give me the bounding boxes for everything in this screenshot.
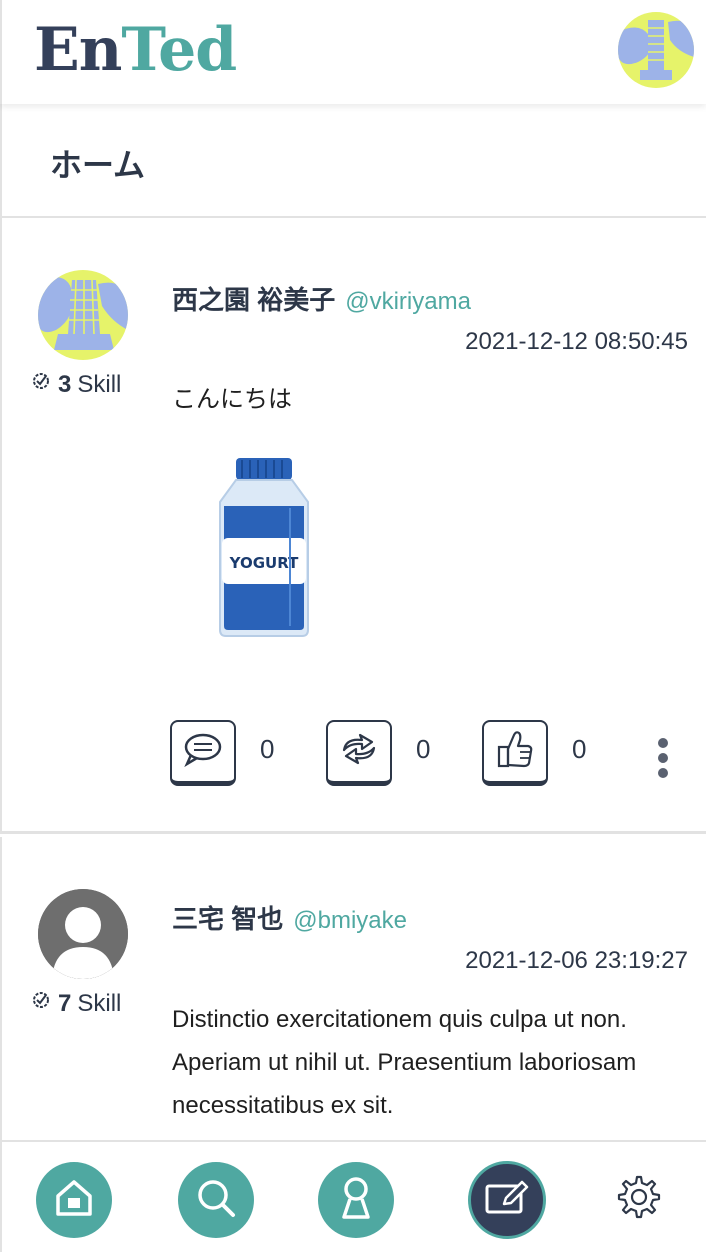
nav-search-button[interactable] (178, 1162, 254, 1238)
settings-icon (617, 1175, 661, 1224)
speech-bubble-icon (183, 731, 223, 772)
post-author-avatar[interactable] (38, 270, 128, 360)
repost-arrows-icon (338, 732, 380, 771)
home-icon (52, 1176, 96, 1225)
skill-gear-check-icon (30, 989, 52, 1018)
search-icon (193, 1175, 239, 1226)
skill-badge: 3 Skill (30, 370, 121, 399)
nav-compose-button[interactable] (468, 1161, 546, 1239)
post-content: Distinctio exercitationem quis culpa ut … (172, 1006, 637, 1119)
post-author-avatar[interactable] (38, 889, 128, 979)
post-timestamp: 2021-12-12 08:50:45 (465, 328, 688, 355)
post-card: 3 Skill 西之園 裕美子 @vkiriyama 2021-12-12 08… (0, 218, 706, 834)
default-user-icon (38, 889, 128, 979)
skill-label: Skill (77, 989, 122, 1017)
repost-button[interactable] (326, 720, 392, 786)
comment-button[interactable] (170, 720, 236, 786)
app-header: EnTed (0, 0, 706, 104)
yogurt-label-text: YOGURT (229, 554, 299, 572)
skill-badge: 7 Skill (30, 989, 121, 1018)
post-author-handle[interactable]: @vkiriyama (345, 288, 471, 316)
skill-gear-check-icon (30, 370, 52, 399)
logo-part-en: En (34, 15, 122, 85)
profile-icon (336, 1175, 376, 1226)
post-author-name[interactable]: 西之園 裕美子 (172, 280, 335, 317)
post-timestamp: 2021-12-06 23:19:27 (465, 947, 688, 974)
thumbs-up-icon (496, 729, 534, 774)
skill-count: 7 (58, 989, 72, 1017)
page-title: ホーム (50, 147, 146, 183)
post-author-line: 西之園 裕美子 @vkiriyama (172, 280, 471, 317)
post-author-line: 三宅 智也 @bmiyake (172, 899, 407, 936)
bottom-navigation (0, 1140, 706, 1252)
like-count: 0 (572, 734, 587, 764)
repost-count: 0 (416, 734, 431, 764)
logo-part-ted: Ted (121, 15, 237, 85)
skill-count: 3 (58, 370, 72, 398)
post-actions: 0 0 0 (170, 720, 700, 790)
nav-settings-button[interactable] (616, 1175, 662, 1224)
skill-label: Skill (77, 370, 122, 398)
post-content: こんにちは (172, 386, 292, 413)
like-button[interactable] (482, 720, 548, 786)
more-options-icon[interactable] (656, 738, 670, 778)
user-avatar-button[interactable] (618, 12, 694, 88)
post-author-name[interactable]: 三宅 智也 (172, 899, 283, 936)
comment-count: 0 (260, 734, 275, 764)
compose-icon (484, 1178, 530, 1223)
post-card: 7 Skill 三宅 智也 @bmiyake 2021-12-06 23:19:… (0, 837, 706, 1140)
post-author-handle[interactable]: @bmiyake (293, 907, 407, 935)
nav-profile-button[interactable] (318, 1162, 394, 1238)
post-image-yogurt[interactable]: YOGURT (214, 454, 318, 640)
app-logo[interactable]: EnTed (34, 20, 237, 80)
page-title-bar: ホーム (0, 104, 706, 218)
nav-home-button[interactable] (36, 1162, 112, 1238)
